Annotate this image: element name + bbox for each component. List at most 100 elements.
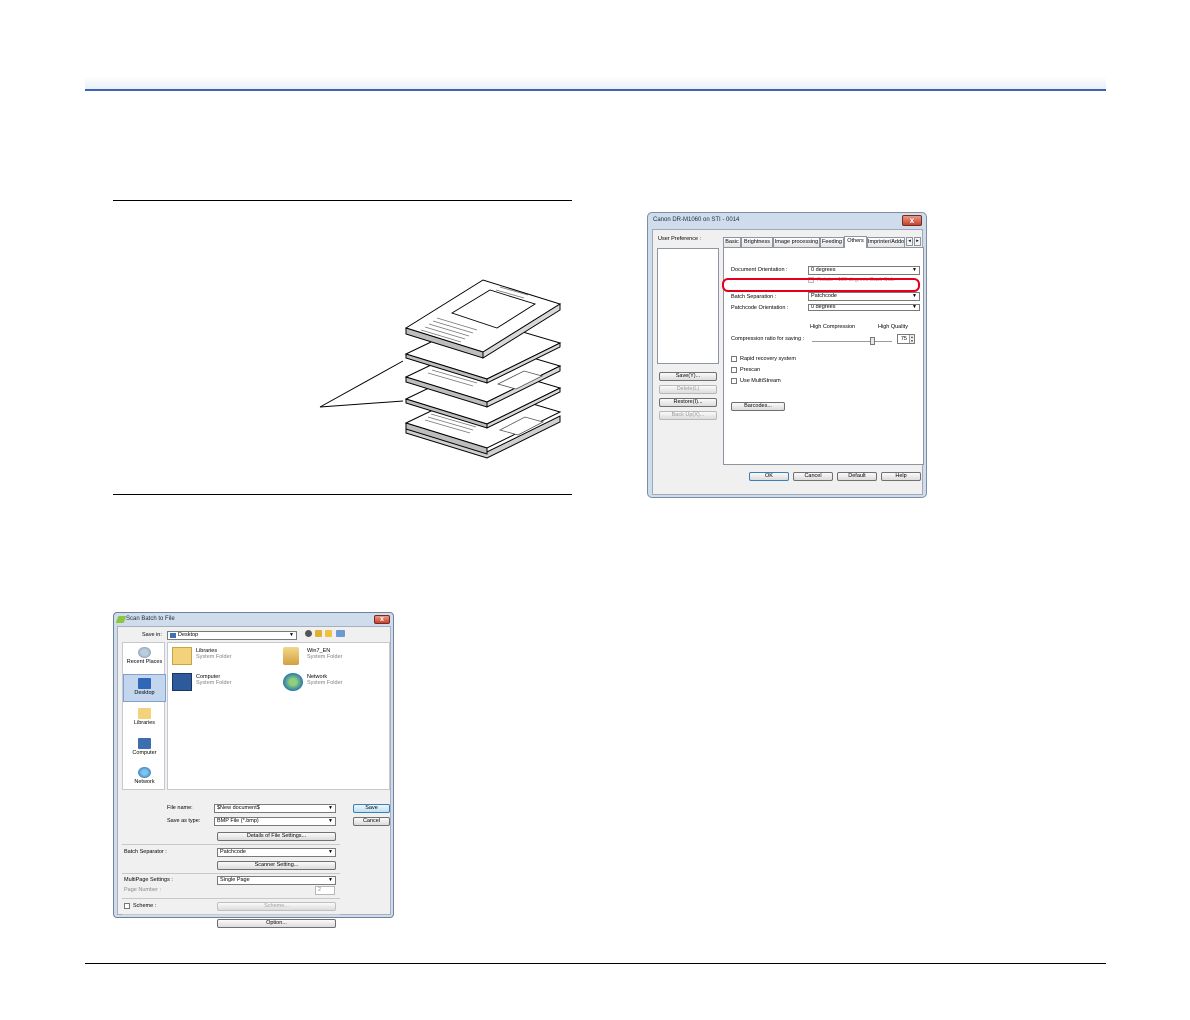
desktop-icon	[138, 678, 151, 689]
tab-imprinter-addon[interactable]: Imprinter/Addo	[867, 237, 905, 247]
network-icon	[138, 767, 151, 778]
details-of-file-settings-button[interactable]: Details of File Settings...	[217, 832, 336, 841]
page-number-label: Page Number :	[124, 887, 161, 893]
rotate-back-side-checkbox[interactable]	[808, 277, 814, 283]
page-header-band	[85, 77, 1106, 91]
file-type: System Folder	[196, 654, 232, 660]
rotate-back-side-label: Rotate +180 degrees Back Side	[817, 277, 895, 283]
multipage-settings-select[interactable]: Single Page ▼	[217, 876, 336, 885]
default-button[interactable]: Default	[837, 472, 877, 481]
list-item[interactable]: Win7_EN System Folder	[283, 647, 383, 667]
figure-rule-top	[113, 200, 572, 201]
scan-dialog-client: Save in: Desktop ▼ Recent Places Desktop…	[117, 626, 391, 928]
page-footer-rule	[85, 963, 1106, 964]
close-icon: x	[909, 216, 915, 225]
compression-value: 75	[900, 336, 907, 342]
ok-button[interactable]: OK	[749, 472, 789, 481]
save-in-label: Save in:	[142, 632, 162, 638]
use-multistream-checkbox[interactable]	[731, 378, 737, 384]
tab-others[interactable]: Others	[844, 236, 867, 248]
dropdown-arrow-icon: ▼	[328, 805, 333, 811]
file-type: System Folder	[307, 654, 343, 660]
cancel-button[interactable]: Cancel	[793, 472, 833, 481]
compression-ratio-label: Compression ratio for saving :	[731, 336, 805, 342]
save-preference-button[interactable]: Save(Y)...	[659, 372, 717, 381]
delete-preference-button[interactable]: Delete(L)	[659, 385, 717, 394]
tab-brightness[interactable]: Brightness	[741, 237, 773, 247]
recent-places-icon	[138, 647, 151, 658]
patchcode-orientation-select[interactable]: 0 degrees ▼	[808, 304, 920, 311]
save-as-type-select[interactable]: BMP File (*.bmp) ▼	[214, 817, 336, 826]
barcodes-button[interactable]: Barcodes...	[731, 402, 785, 411]
pencil-app-icon	[115, 616, 127, 623]
place-desktop[interactable]: Desktop	[123, 674, 166, 702]
place-computer[interactable]: Computer	[123, 738, 166, 756]
list-item[interactable]: Libraries System Folder	[172, 647, 272, 667]
list-item[interactable]: Network System Folder	[283, 673, 383, 693]
compression-slider-thumb[interactable]	[870, 337, 875, 345]
batch-separator-select[interactable]: Patchcode ▼	[217, 848, 336, 857]
view-menu-icon[interactable]	[336, 630, 345, 637]
place-network[interactable]: Network	[123, 767, 166, 785]
file-type: System Folder	[196, 680, 232, 686]
file-list: Libraries System Folder Win7_EN System F…	[167, 642, 390, 790]
document-orientation-label: Document Orientation :	[731, 267, 788, 273]
divider	[122, 898, 340, 899]
patchcode-stack-illustration	[319, 279, 562, 459]
place-libraries[interactable]: Libraries	[123, 708, 166, 726]
tab-scroll-left-button[interactable]: ◂	[906, 237, 913, 246]
prescan-checkbox[interactable]	[731, 367, 737, 373]
divider	[122, 914, 340, 915]
option-button[interactable]: Option...	[217, 919, 336, 928]
restore-preference-button[interactable]: Restore(I)...	[659, 398, 717, 407]
canon-dialog-client: User Preference : Save(Y)... Delete(L) R…	[652, 229, 924, 495]
scheme-button[interactable]: Scheme...	[217, 902, 336, 911]
high-compression-label: High Compression	[810, 324, 856, 330]
dropdown-arrow-icon: ▼	[328, 818, 333, 824]
high-quality-label: High Quality	[878, 324, 908, 330]
scan-dialog-close-button[interactable]: x	[374, 615, 390, 624]
tab-scroll-right-button[interactable]: ▸	[914, 237, 921, 246]
place-recent-places[interactable]: Recent Places	[123, 647, 166, 665]
rapid-recovery-checkbox[interactable]	[731, 356, 737, 362]
backup-preference-button[interactable]: Back Up(X)...	[659, 411, 717, 420]
batch-separation-select[interactable]: Patchcode ▼	[808, 292, 920, 301]
tab-image-processing[interactable]: Image processing	[773, 237, 820, 247]
file-name-input[interactable]: $New document$ ▼	[214, 804, 336, 813]
back-icon[interactable]	[305, 630, 312, 637]
others-tab-panel: Document Orientation : 0 degrees ▼ Rotat…	[723, 247, 924, 465]
save-button[interactable]: Save	[353, 804, 390, 813]
libraries-icon	[138, 708, 151, 719]
computer-icon	[138, 738, 151, 749]
up-folder-icon[interactable]	[315, 630, 322, 637]
batch-separation-value: Patchcode	[811, 293, 837, 299]
batch-separator-value: Patchcode	[220, 849, 246, 855]
canon-scanner-dialog: Canon DR-M1060 on STI - 0014 x User Pref…	[647, 212, 927, 498]
scan-batch-to-file-dialog: Scan Batch to File x Save in: Desktop ▼ …	[113, 612, 394, 928]
compression-slider-track[interactable]	[812, 341, 892, 342]
list-item[interactable]: Computer System Folder	[172, 673, 272, 693]
close-icon: x	[380, 616, 384, 623]
spin-down-icon[interactable]: ▼	[909, 339, 914, 343]
tab-feeding[interactable]: Feeding	[820, 237, 844, 247]
multipage-settings-label: MultiPage Settings :	[124, 877, 173, 883]
save-in-select[interactable]: Desktop ▼	[167, 631, 297, 640]
help-button[interactable]: Help	[881, 472, 921, 481]
computer-icon	[172, 673, 192, 691]
dropdown-arrow-icon: ▼	[912, 304, 917, 310]
page-number-input[interactable]: 2	[315, 886, 335, 895]
place-label: Network	[134, 779, 155, 785]
document-orientation-select[interactable]: 0 degrees ▼	[808, 266, 920, 275]
scanner-setting-button[interactable]: Scanner Setting...	[217, 861, 336, 870]
callout-line-lower	[319, 400, 404, 408]
user-preference-list[interactable]	[657, 248, 719, 364]
file-name-label: File name:	[167, 805, 193, 811]
new-folder-icon[interactable]	[325, 630, 332, 637]
cancel-button[interactable]: Cancel	[353, 817, 390, 826]
scheme-checkbox[interactable]	[124, 903, 130, 909]
compression-spinbox[interactable]: 75 ▲ ▼	[897, 334, 915, 344]
canon-dialog-close-button[interactable]: x	[902, 215, 922, 226]
dropdown-arrow-icon: ▼	[328, 849, 333, 855]
tab-basic[interactable]: Basic	[723, 237, 741, 247]
chevron-left-icon: ◂	[908, 238, 911, 244]
